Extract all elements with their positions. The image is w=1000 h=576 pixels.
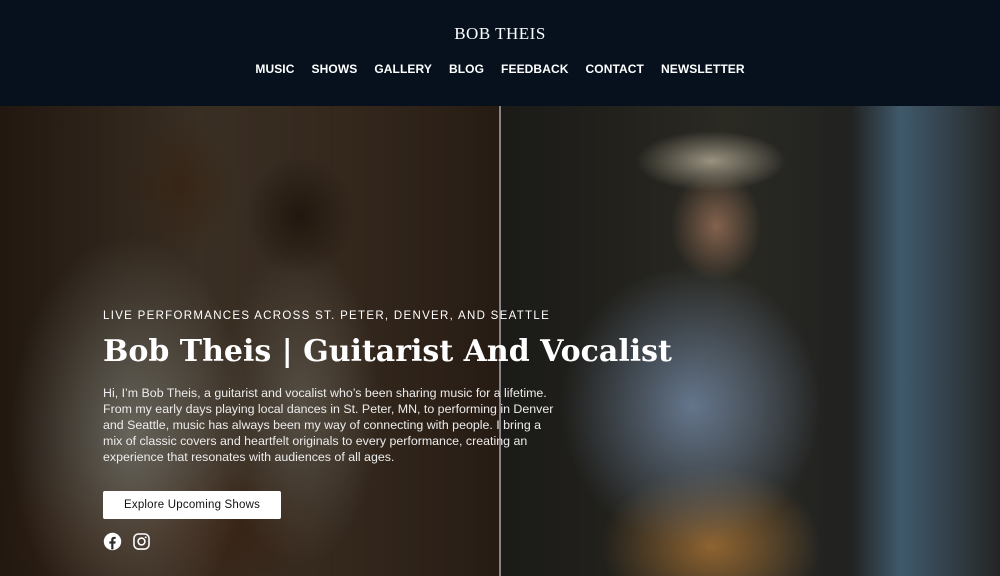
nav-item-blog[interactable]: BLOG [449, 62, 484, 76]
hero-eyebrow: LIVE PERFORMANCES ACROSS ST. PETER, DENV… [103, 310, 551, 322]
main-nav: MUSIC SHOWS GALLERY BLOG FEEDBACK CONTAC… [0, 62, 1000, 76]
instagram-icon[interactable] [132, 532, 151, 551]
nav-item-feedback[interactable]: FEEDBACK [501, 62, 568, 76]
nav-item-newsletter[interactable]: NEWSLETTER [661, 62, 745, 76]
site-brand[interactable]: BOB THEIS [0, 24, 1000, 44]
nav-item-shows[interactable]: SHOWS [312, 62, 358, 76]
hero-section: LIVE PERFORMANCES ACROSS ST. PETER, DENV… [0, 106, 1000, 576]
hero-intro: Hi, I’m Bob Theis, a guitarist and vocal… [103, 386, 554, 464]
hero-title: Bob Theis | Guitarist And Vocalist [103, 334, 672, 369]
nav-item-music[interactable]: MUSIC [255, 62, 294, 76]
nav-item-contact[interactable]: CONTACT [586, 62, 644, 76]
nav-item-gallery[interactable]: GALLERY [374, 62, 432, 76]
hero-content: LIVE PERFORMANCES ACROSS ST. PETER, DENV… [103, 310, 672, 551]
social-links [103, 532, 563, 551]
facebook-icon[interactable] [103, 532, 122, 551]
site-header: BOB THEIS MUSIC SHOWS GALLERY BLOG FEEDB… [0, 0, 1000, 106]
explore-shows-button[interactable]: Explore Upcoming Shows [103, 491, 282, 519]
